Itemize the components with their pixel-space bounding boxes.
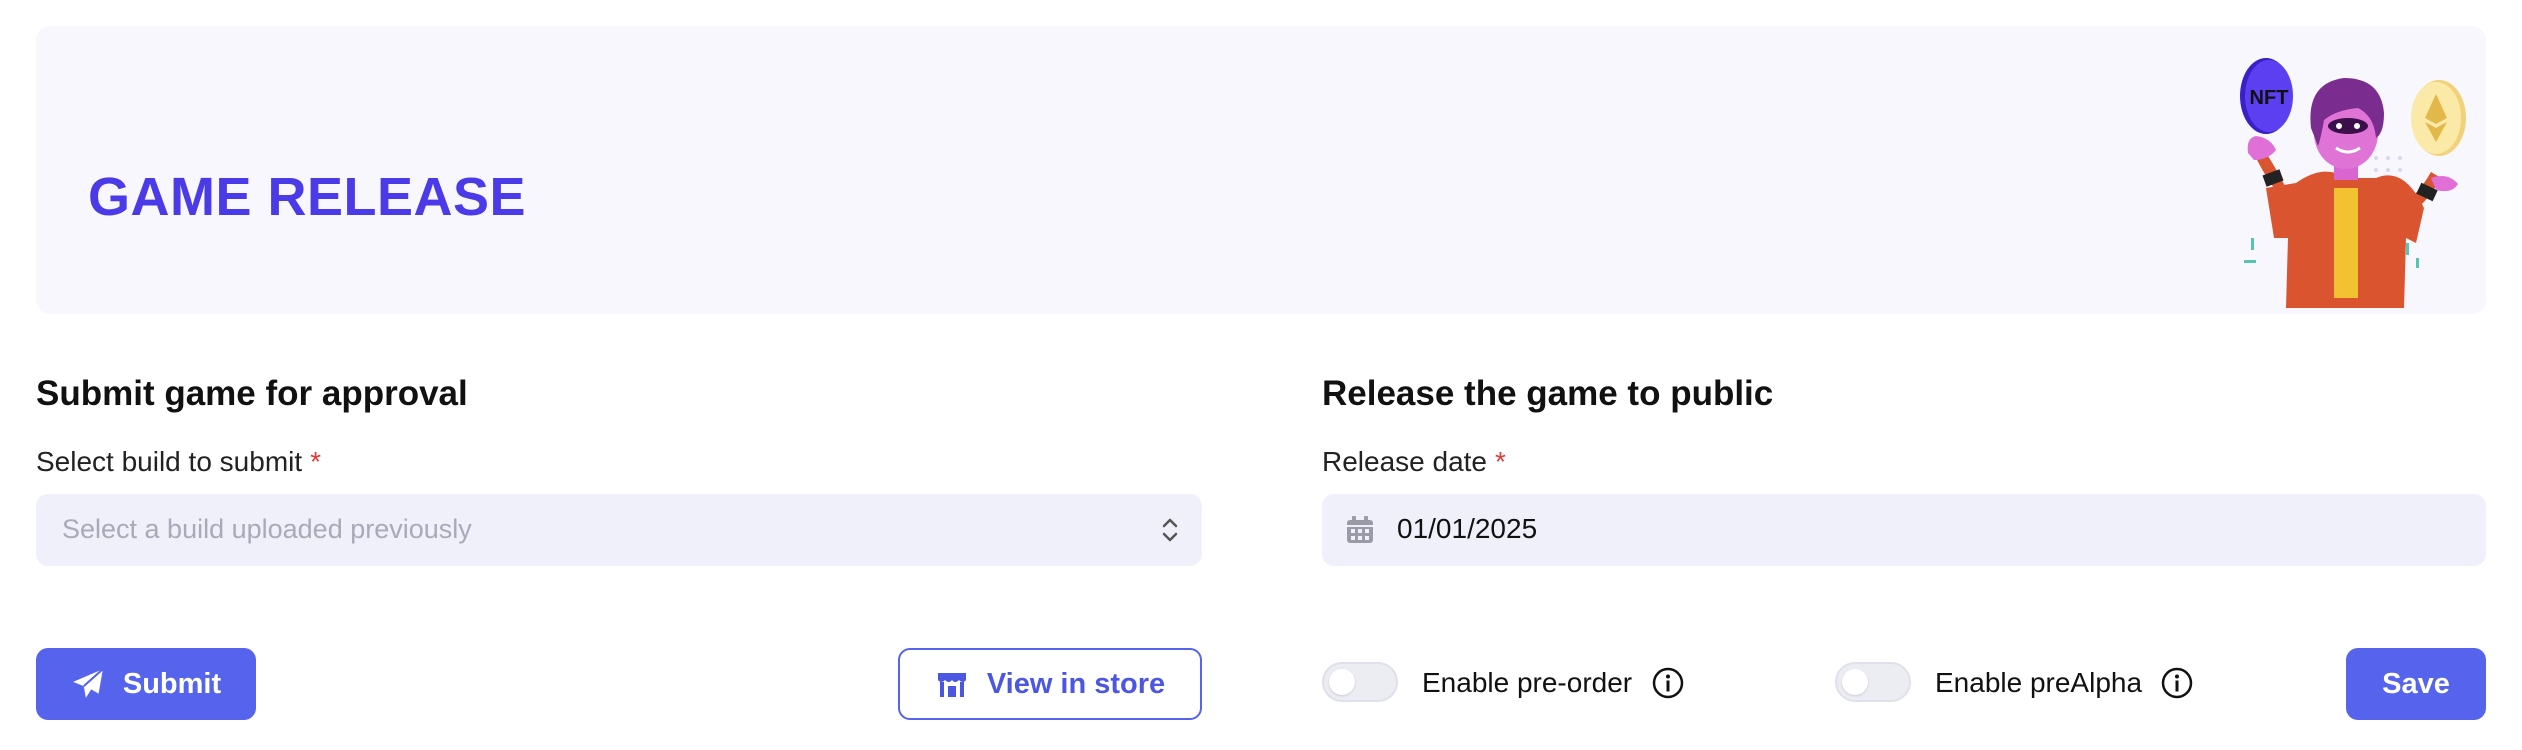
save-button[interactable]: Save (2346, 648, 2486, 720)
submit-section-title: Submit game for approval (36, 374, 468, 413)
build-select[interactable]: Select a build uploaded previously (36, 494, 1202, 566)
view-in-store-button[interactable]: View in store (898, 648, 1202, 720)
build-select-placeholder: Select a build uploaded previously (62, 514, 472, 544)
preorder-toggle[interactable] (1322, 662, 1398, 702)
info-icon[interactable] (1651, 666, 1685, 700)
required-mark: * (310, 446, 322, 477)
chevron-up-down-icon (1162, 518, 1178, 542)
prealpha-toggle-label: Enable preAlpha (1935, 667, 2143, 698)
paper-plane-icon (72, 668, 104, 698)
nft-character-illustration: NFT (2240, 58, 2466, 308)
header-banner: GAME RELEASE NFT (36, 26, 2486, 314)
release-date-label: Release date * (1322, 446, 1506, 478)
build-select-label-text: Select build to submit (36, 446, 303, 477)
release-date-value: 01/01/2025 (1397, 513, 1538, 544)
required-mark: * (1495, 446, 1506, 477)
preorder-toggle-label: Enable pre-order (1422, 667, 1633, 698)
coin-label: NFT (2250, 87, 2289, 109)
calendar-icon (1347, 516, 1373, 543)
release-date-label-text: Release date (1322, 446, 1488, 477)
submit-button-label: Submit (122, 667, 222, 700)
preorder-toggle-knob (1329, 669, 1355, 695)
build-select-label: Select build to submit * (36, 446, 321, 478)
release-date-input[interactable]: 01/01/2025 (1322, 494, 2486, 566)
storefront-icon (937, 673, 966, 697)
view-in-store-label: View in store (986, 667, 1166, 700)
save-button-label: Save (2382, 667, 2450, 700)
page-title: GAME RELEASE (88, 167, 527, 227)
prealpha-toggle-knob (1842, 669, 1868, 695)
submit-button[interactable]: Submit (36, 648, 256, 720)
info-icon[interactable] (2160, 666, 2194, 700)
release-section-title: Release the game to public (1322, 374, 1774, 413)
prealpha-toggle[interactable] (1835, 662, 1911, 702)
